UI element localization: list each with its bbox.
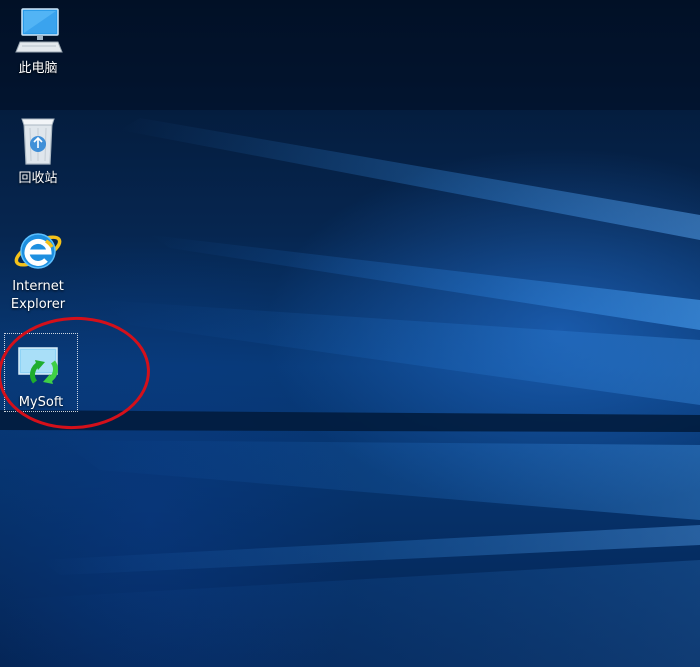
desktop-icon-label: MySoft xyxy=(18,395,64,410)
wallpaper xyxy=(0,0,700,667)
desktop-icon-recycle-bin[interactable]: 回收站 xyxy=(1,116,75,188)
desktop-icon-label: Internet Explorer xyxy=(10,279,66,312)
desktop-icon-internet-explorer[interactable]: Internet Explorer xyxy=(1,224,75,314)
desktop-icon-label: 回收站 xyxy=(18,171,58,186)
computer-icon xyxy=(15,8,63,53)
desktop-icon-this-pc[interactable]: 此电脑 xyxy=(1,6,75,78)
desktop[interactable]: 此电脑 回收站 Internet Explorer MySoft xyxy=(0,0,700,667)
internet-explorer-icon xyxy=(14,233,62,269)
desktop-icon-label: 此电脑 xyxy=(18,61,58,76)
desktop-icon-mysoft[interactable]: MySoft xyxy=(4,333,78,412)
recycle-bin-icon xyxy=(21,118,55,165)
mysoft-sync-icon xyxy=(18,347,58,384)
